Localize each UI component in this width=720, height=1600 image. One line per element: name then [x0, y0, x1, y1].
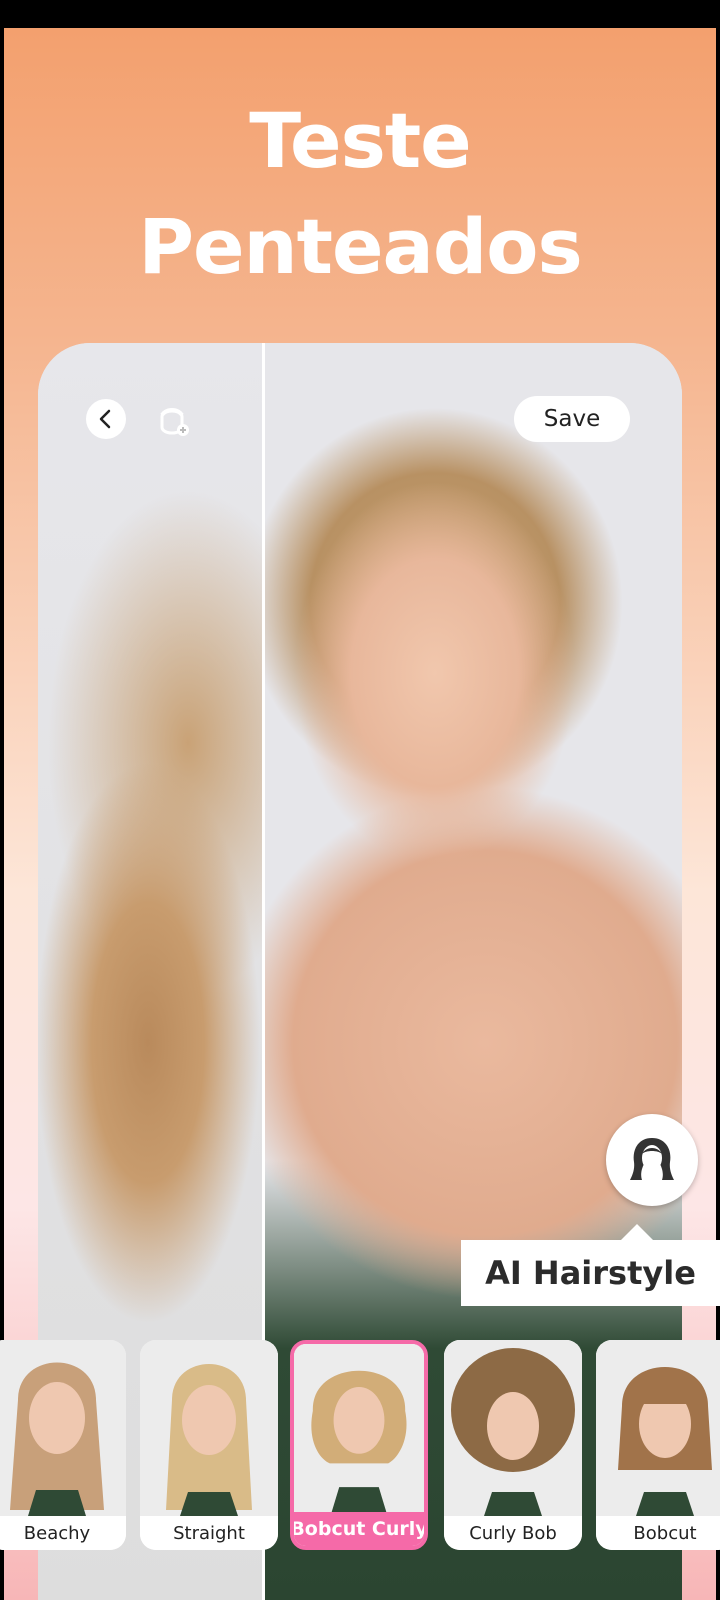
style-label: Curly Bob [444, 1516, 582, 1550]
style-item-bobcut-curly[interactable]: Bobcut Curly [290, 1340, 428, 1550]
headline-line-1: Teste [249, 96, 471, 185]
style-thumbnail [596, 1340, 720, 1516]
style-label: Beachy [0, 1516, 126, 1550]
style-item-beachy[interactable]: Beachy [0, 1340, 126, 1550]
style-item-bobcut[interactable]: Bobcut [596, 1340, 720, 1550]
back-button[interactable] [86, 399, 126, 439]
style-thumbnail [444, 1340, 582, 1516]
headline-line-2: Penteados [138, 202, 582, 291]
chevron-left-icon [99, 409, 111, 429]
face-swap-icon [160, 408, 189, 436]
save-button[interactable]: Save [514, 396, 630, 442]
style-item-curly-bob[interactable]: Curly Bob [444, 1340, 582, 1550]
style-label: Straight [140, 1516, 278, 1550]
style-thumbnail [294, 1344, 424, 1512]
style-thumbnail [140, 1340, 278, 1516]
ai-hairstyle-button[interactable] [606, 1114, 698, 1206]
face-swap-button[interactable] [150, 397, 194, 441]
hairstyle-carousel[interactable]: Beachy Straight Bobcut Curly Curly Bob B… [0, 1340, 720, 1552]
style-label: Bobcut [596, 1516, 720, 1550]
ai-hairstyle-tooltip: AI Hairstyle [461, 1224, 720, 1306]
style-thumbnail [0, 1340, 126, 1516]
style-item-straight[interactable]: Straight [140, 1340, 278, 1550]
style-label: Bobcut Curly [294, 1512, 424, 1546]
promo-headline: Teste Penteados [0, 88, 720, 300]
hair-silhouette-icon [630, 1138, 674, 1180]
